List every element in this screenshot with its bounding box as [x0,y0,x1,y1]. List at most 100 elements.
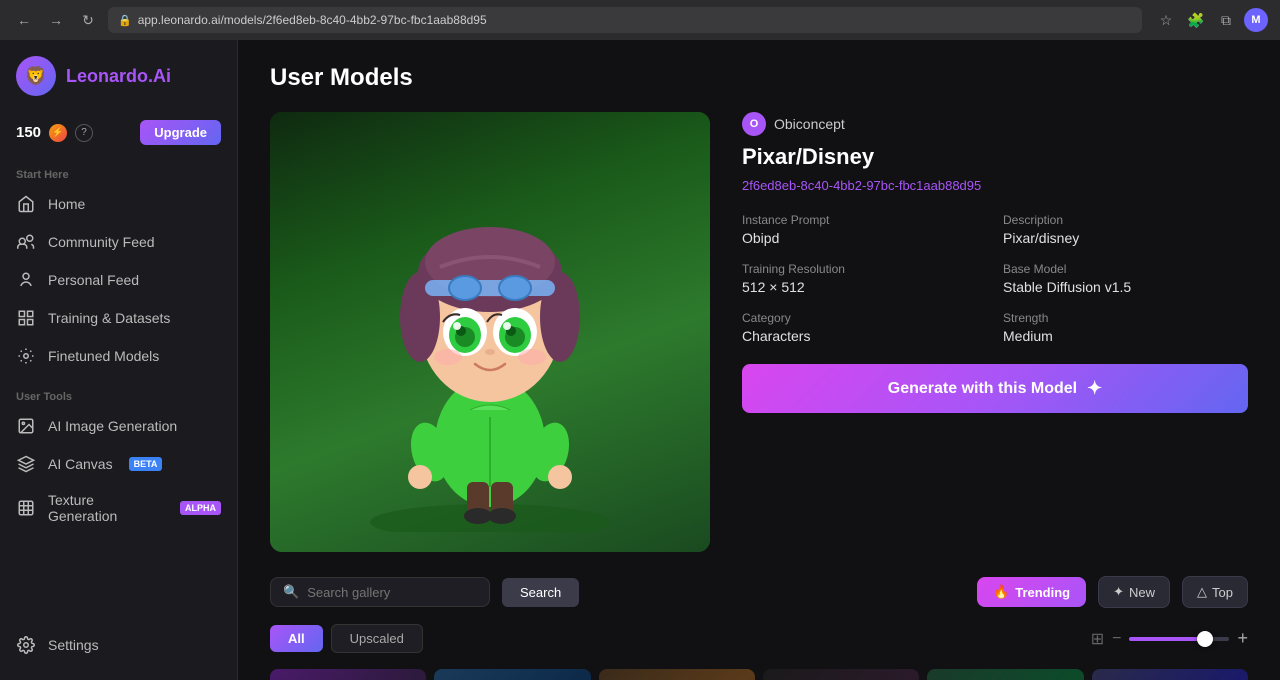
new-button[interactable]: ✦ New [1098,576,1170,608]
model-id: 2f6ed8eb-8c40-4bb2-97bc-fbc1aab88d95 [742,178,1248,193]
trending-button[interactable]: 🔥 Trending [977,577,1086,607]
grid-layout-button[interactable]: ⊞ [1091,629,1104,649]
gallery-thumb-2[interactable] [434,669,590,680]
sidebar-item-ai-image[interactable]: AI Image Generation [0,407,237,445]
meta-instance-prompt: Instance Prompt Obipd [742,213,987,246]
gallery-thumb-5[interactable] [927,669,1083,680]
url-bar[interactable]: 🔒 app.leonardo.ai/models/2f6ed8eb-8c40-4… [108,7,1142,33]
sidebar-item-home-label: Home [48,196,85,212]
category-value: Characters [742,328,987,344]
base-model-label: Base Model [1003,262,1248,276]
reload-button[interactable]: ↻ [76,8,100,32]
token-area: 150 ⚡ ? Upgrade [0,112,237,161]
generate-button[interactable]: Generate with this Model ✦ [742,364,1248,413]
gallery-thumb-1[interactable] [270,669,426,680]
flame-icon: 🔥 [993,584,1009,600]
sidebar-item-ai-image-label: AI Image Generation [48,418,177,434]
search-input[interactable] [307,585,477,600]
forward-button[interactable]: → [44,8,68,32]
gallery-thumb-4[interactable] [763,669,919,680]
top-button[interactable]: △ Top [1182,576,1248,608]
meta-description: Description Pixar/disney [1003,213,1248,246]
gallery-thumb-3[interactable] [599,669,755,680]
sidebar-item-community-feed-label: Community Feed [48,234,155,250]
description-label: Description [1003,213,1248,227]
personal-icon [16,270,36,290]
instance-prompt-value: Obipd [742,230,987,246]
model-info: O Obiconcept Pixar/Disney 2f6ed8eb-8c40-… [742,112,1248,552]
category-label: Category [742,311,987,325]
meta-category: Category Characters [742,311,987,344]
training-resolution-label: Training Resolution [742,262,987,276]
profile-avatar[interactable]: M [1244,8,1268,32]
back-button[interactable]: ← [12,8,36,32]
browser-actions: ☆ 🧩 ⧉ M [1154,8,1268,32]
top-icon: △ [1197,584,1207,600]
grid-slider-thumb [1197,631,1213,647]
url-text: app.leonardo.ai/models/2f6ed8eb-8c40-4bb… [138,13,487,27]
multiwindow-button[interactable]: ⧉ [1214,8,1238,32]
sidebar-item-training[interactable]: Training & Datasets [0,299,237,337]
main-content: User Models [238,40,1280,680]
token-icon: ⚡ [49,124,67,142]
sidebar-item-texture[interactable]: Texture Generation ALPHA [0,483,237,533]
gallery-thumb-6[interactable] [1092,669,1248,680]
training-icon [16,308,36,328]
sidebar-item-community-feed[interactable]: Community Feed [0,223,237,261]
model-detail: O Obiconcept Pixar/Disney 2f6ed8eb-8c40-… [270,112,1248,552]
upgrade-button[interactable]: Upgrade [140,120,221,145]
extensions-button[interactable]: 🧩 [1184,8,1208,32]
sparkle-icon: ✦ [1087,378,1102,399]
training-resolution-value: 512 × 512 [742,279,987,295]
model-meta-grid: Instance Prompt Obipd Description Pixar/… [742,213,1248,344]
grid-slider[interactable] [1129,637,1229,641]
logo-text: Leonardo.Ai [66,66,171,87]
sidebar-item-home[interactable]: Home [0,185,237,223]
sidebar-logo: 🦁 Leonardo.Ai [0,56,237,112]
base-model-value: Stable Diffusion v1.5 [1003,279,1248,295]
community-icon [16,232,36,252]
sidebar-item-personal-feed[interactable]: Personal Feed [0,261,237,299]
sidebar-item-personal-feed-label: Personal Feed [48,272,139,288]
publisher-avatar: O [742,112,766,136]
browser-chrome: ← → ↻ 🔒 app.leonardo.ai/models/2f6ed8eb-… [0,0,1280,40]
strength-value: Medium [1003,328,1248,344]
search-button[interactable]: Search [502,578,579,607]
strength-label: Strength [1003,311,1248,325]
sidebar-item-finetuned[interactable]: Finetuned Models [0,337,237,375]
meta-strength: Strength Medium [1003,311,1248,344]
grid-minus-button[interactable]: − [1112,630,1121,648]
model-image-placeholder [270,112,710,552]
sidebar-item-ai-canvas[interactable]: AI Canvas BETA [0,445,237,483]
search-box: 🔍 [270,577,490,607]
logo-avatar: 🦁 [16,56,56,96]
sidebar-item-texture-label: Texture Generation [48,492,164,524]
gallery-grid [270,669,1248,680]
lock-icon: 🔒 [118,14,132,27]
filter-all-button[interactable]: All [270,625,323,652]
new-button-label: New [1129,585,1155,600]
new-icon: ✦ [1113,584,1124,600]
sidebar-item-settings[interactable]: Settings [0,626,237,664]
gallery-controls: 🔍 Search 🔥 Trending ✦ New △ Top [270,576,1248,608]
help-icon[interactable]: ? [75,124,93,142]
settings-icon [16,635,36,655]
sidebar-item-ai-canvas-label: AI Canvas [48,456,113,472]
meta-base-model: Base Model Stable Diffusion v1.5 [1003,262,1248,295]
app-container: 🦁 Leonardo.Ai 150 ⚡ ? Upgrade Start Here… [0,40,1280,680]
description-value: Pixar/disney [1003,230,1248,246]
finetuned-icon [16,346,36,366]
instance-prompt-label: Instance Prompt [742,213,987,227]
sidebar-item-settings-label: Settings [48,637,99,653]
grid-plus-button[interactable]: + [1237,628,1248,649]
publisher-name: Obiconcept [774,116,845,132]
home-icon [16,194,36,214]
sidebar-item-training-label: Training & Datasets [48,310,170,326]
filter-upscaled-button[interactable]: Upscaled [331,624,423,653]
bookmark-button[interactable]: ☆ [1154,8,1178,32]
chibi-character-svg [330,132,650,532]
generate-button-label: Generate with this Model [888,380,1077,398]
model-publisher: O Obiconcept [742,112,1248,136]
search-icon: 🔍 [283,584,299,600]
trending-button-label: Trending [1015,585,1070,600]
